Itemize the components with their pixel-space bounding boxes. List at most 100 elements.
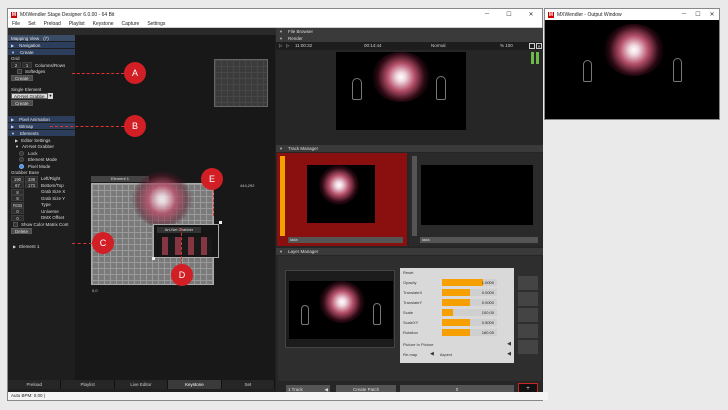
output-maximize-icon[interactable]: ☐	[691, 11, 705, 18]
radio-element-mode[interactable]	[19, 157, 24, 163]
menu-keystone[interactable]: Keystone	[89, 21, 118, 27]
mapping-canvas[interactable]: Element 1 Art-Net Grabber 444,292 0,0	[75, 35, 275, 380]
preview-thumbnail[interactable]	[214, 59, 268, 107]
tab-preload[interactable]: Preload	[8, 380, 62, 389]
grabber-field-b	[25, 202, 38, 208]
property-row: Rotation 180.00	[400, 328, 514, 336]
menu-preload[interactable]: Preload	[40, 21, 65, 27]
tab-set[interactable]: Set	[221, 380, 276, 389]
element-type-select[interactable]: Art-Net Grabbe	[11, 93, 48, 99]
property-slider[interactable]: 100.00	[442, 308, 497, 316]
grabber-field-a[interactable]: 0	[11, 208, 24, 215]
pixel-animation-header[interactable]: ▶ Pixel Animation	[8, 116, 75, 122]
property-slider[interactable]: 0.0000	[442, 288, 497, 296]
menu-capture[interactable]: Capture	[118, 21, 144, 27]
reset-row[interactable]: Reset	[400, 268, 514, 276]
maximize-icon[interactable]: ☐	[498, 11, 520, 18]
minimize-icon[interactable]: ─	[476, 11, 498, 18]
property-slider[interactable]: 1.0000	[442, 278, 497, 286]
output-close-icon[interactable]: ✕	[705, 11, 719, 18]
element-1-row[interactable]: ▶ Element 1	[8, 244, 75, 251]
main-window: M MXWendler Stage Designer 6.0.00 - 64 B…	[7, 8, 543, 401]
grid-cols-field[interactable]: 2	[11, 62, 21, 69]
track-1[interactable]: lada	[277, 153, 407, 246]
pip-label: Picture In Picture	[403, 341, 434, 347]
grabber-field-a[interactable]: 0	[11, 214, 24, 221]
navigation-header[interactable]: ▶ Navigation	[8, 42, 75, 48]
callout-b: B	[124, 115, 146, 137]
create-header[interactable]: ▼ Create	[8, 49, 75, 55]
editor-settings-label: Editor Settings	[21, 137, 51, 143]
pip-row[interactable]: Picture In Picture ◀	[400, 340, 514, 348]
layer-preview[interactable]	[289, 281, 393, 339]
pip-arrow-icon[interactable]: ◀	[507, 341, 511, 347]
render-header[interactable]: Render	[276, 35, 543, 42]
dropdown-arrow-icon[interactable]: ▼	[47, 93, 54, 99]
callout-c: C	[92, 232, 114, 254]
remap-row[interactable]: Re-map ◀ Aspect ◀	[400, 350, 514, 358]
mapping-editor: Mapping View (7) ▶ Navigation ▼ Create Gri…	[8, 35, 275, 380]
track-1-level	[280, 156, 285, 236]
tab-playlist[interactable]: Playlist	[61, 380, 115, 389]
side-button[interactable]	[518, 276, 538, 290]
radio-lock[interactable]	[19, 150, 24, 156]
close-icon[interactable]: ✕	[520, 11, 542, 18]
grabber-fields: 190 339 Left/Right 67 173 Bottom/Top 8 Grab Siz…	[8, 175, 75, 222]
render-preview[interactable]	[336, 52, 466, 130]
property-slider[interactable]: 180.00	[442, 328, 497, 336]
side-button[interactable]	[518, 308, 538, 322]
grabber-field-a[interactable]: RGB	[11, 201, 24, 208]
track-2[interactable]: lada	[409, 153, 542, 246]
handle-bottom-left[interactable]	[152, 257, 155, 260]
grabber-field-a[interactable]: 67	[11, 182, 24, 189]
bitmap-label: Bitmap	[19, 123, 34, 129]
mapping-view-header[interactable]: Mapping View (7)	[8, 35, 75, 41]
menu-set[interactable]: Set	[24, 21, 40, 27]
show-color-matrix-checkbox[interactable]	[13, 221, 18, 227]
menu-playlist[interactable]: Playlist	[65, 21, 89, 27]
fullscreen-icon[interactable]	[529, 43, 535, 49]
expand-down-icon: ▼	[11, 49, 15, 55]
element-create-button[interactable]: Create	[11, 100, 33, 106]
side-button[interactable]	[518, 324, 538, 338]
close-render-icon[interactable]: ✕	[536, 43, 542, 49]
handle-top-right[interactable]	[219, 221, 222, 224]
grid-rows-field[interactable]: 1	[22, 62, 32, 69]
play-icon[interactable]: ▷	[279, 42, 282, 50]
grabber-field-label: Universe	[41, 208, 59, 214]
coord-top-readout: 444,292	[240, 183, 255, 188]
grabber-field-a[interactable]: 8	[11, 188, 24, 195]
grabber-field-b[interactable]: 173	[25, 182, 38, 189]
property-value: 100.00	[481, 309, 494, 315]
menu-file[interactable]: File	[8, 21, 24, 27]
remap-right-icon[interactable]: ◀	[507, 351, 511, 357]
track-manager-header[interactable]: Track Manager	[276, 145, 543, 152]
property-slider[interactable]: 0.5000	[442, 318, 497, 326]
softedges-checkbox[interactable]	[17, 69, 22, 75]
pause-icon[interactable]: ▷	[286, 42, 289, 50]
grabber-field-a[interactable]: 8	[11, 195, 24, 202]
property-slider-fill	[442, 328, 470, 336]
elements-header[interactable]: ▼ Elements	[8, 130, 75, 136]
art-net-grabber-box[interactable]: Art-Net Grabber	[153, 224, 219, 258]
grid-create-button[interactable]: Create	[11, 75, 33, 81]
output-minimize-icon[interactable]: ─	[677, 11, 691, 18]
property-slider[interactable]: 0.0000	[442, 298, 497, 306]
delete-button[interactable]: Delete	[11, 227, 33, 234]
grabber-field-label: Bottom/Top	[41, 182, 64, 188]
side-button[interactable]	[518, 340, 538, 354]
grabber-field-b[interactable]: 339	[25, 175, 38, 182]
remap-left-icon[interactable]: ◀	[430, 351, 434, 357]
grabber-field-a[interactable]: 190	[11, 175, 24, 182]
side-button[interactable]	[518, 292, 538, 306]
tab-keystone[interactable]: Keystone	[168, 380, 222, 389]
layer-manager-header[interactable]: Layer Manager	[276, 248, 543, 255]
callout-d-arrow	[181, 228, 182, 264]
radio-pixel-mode[interactable]	[19, 163, 24, 169]
grabber-field-b	[25, 208, 38, 214]
tab-live-editor[interactable]: Live Editor	[114, 380, 169, 389]
callout-a: A	[124, 62, 146, 84]
menu-settings[interactable]: Settings	[143, 21, 169, 27]
file-browser-header[interactable]: File Browser	[276, 28, 543, 35]
property-value: 0.5000	[481, 319, 494, 325]
